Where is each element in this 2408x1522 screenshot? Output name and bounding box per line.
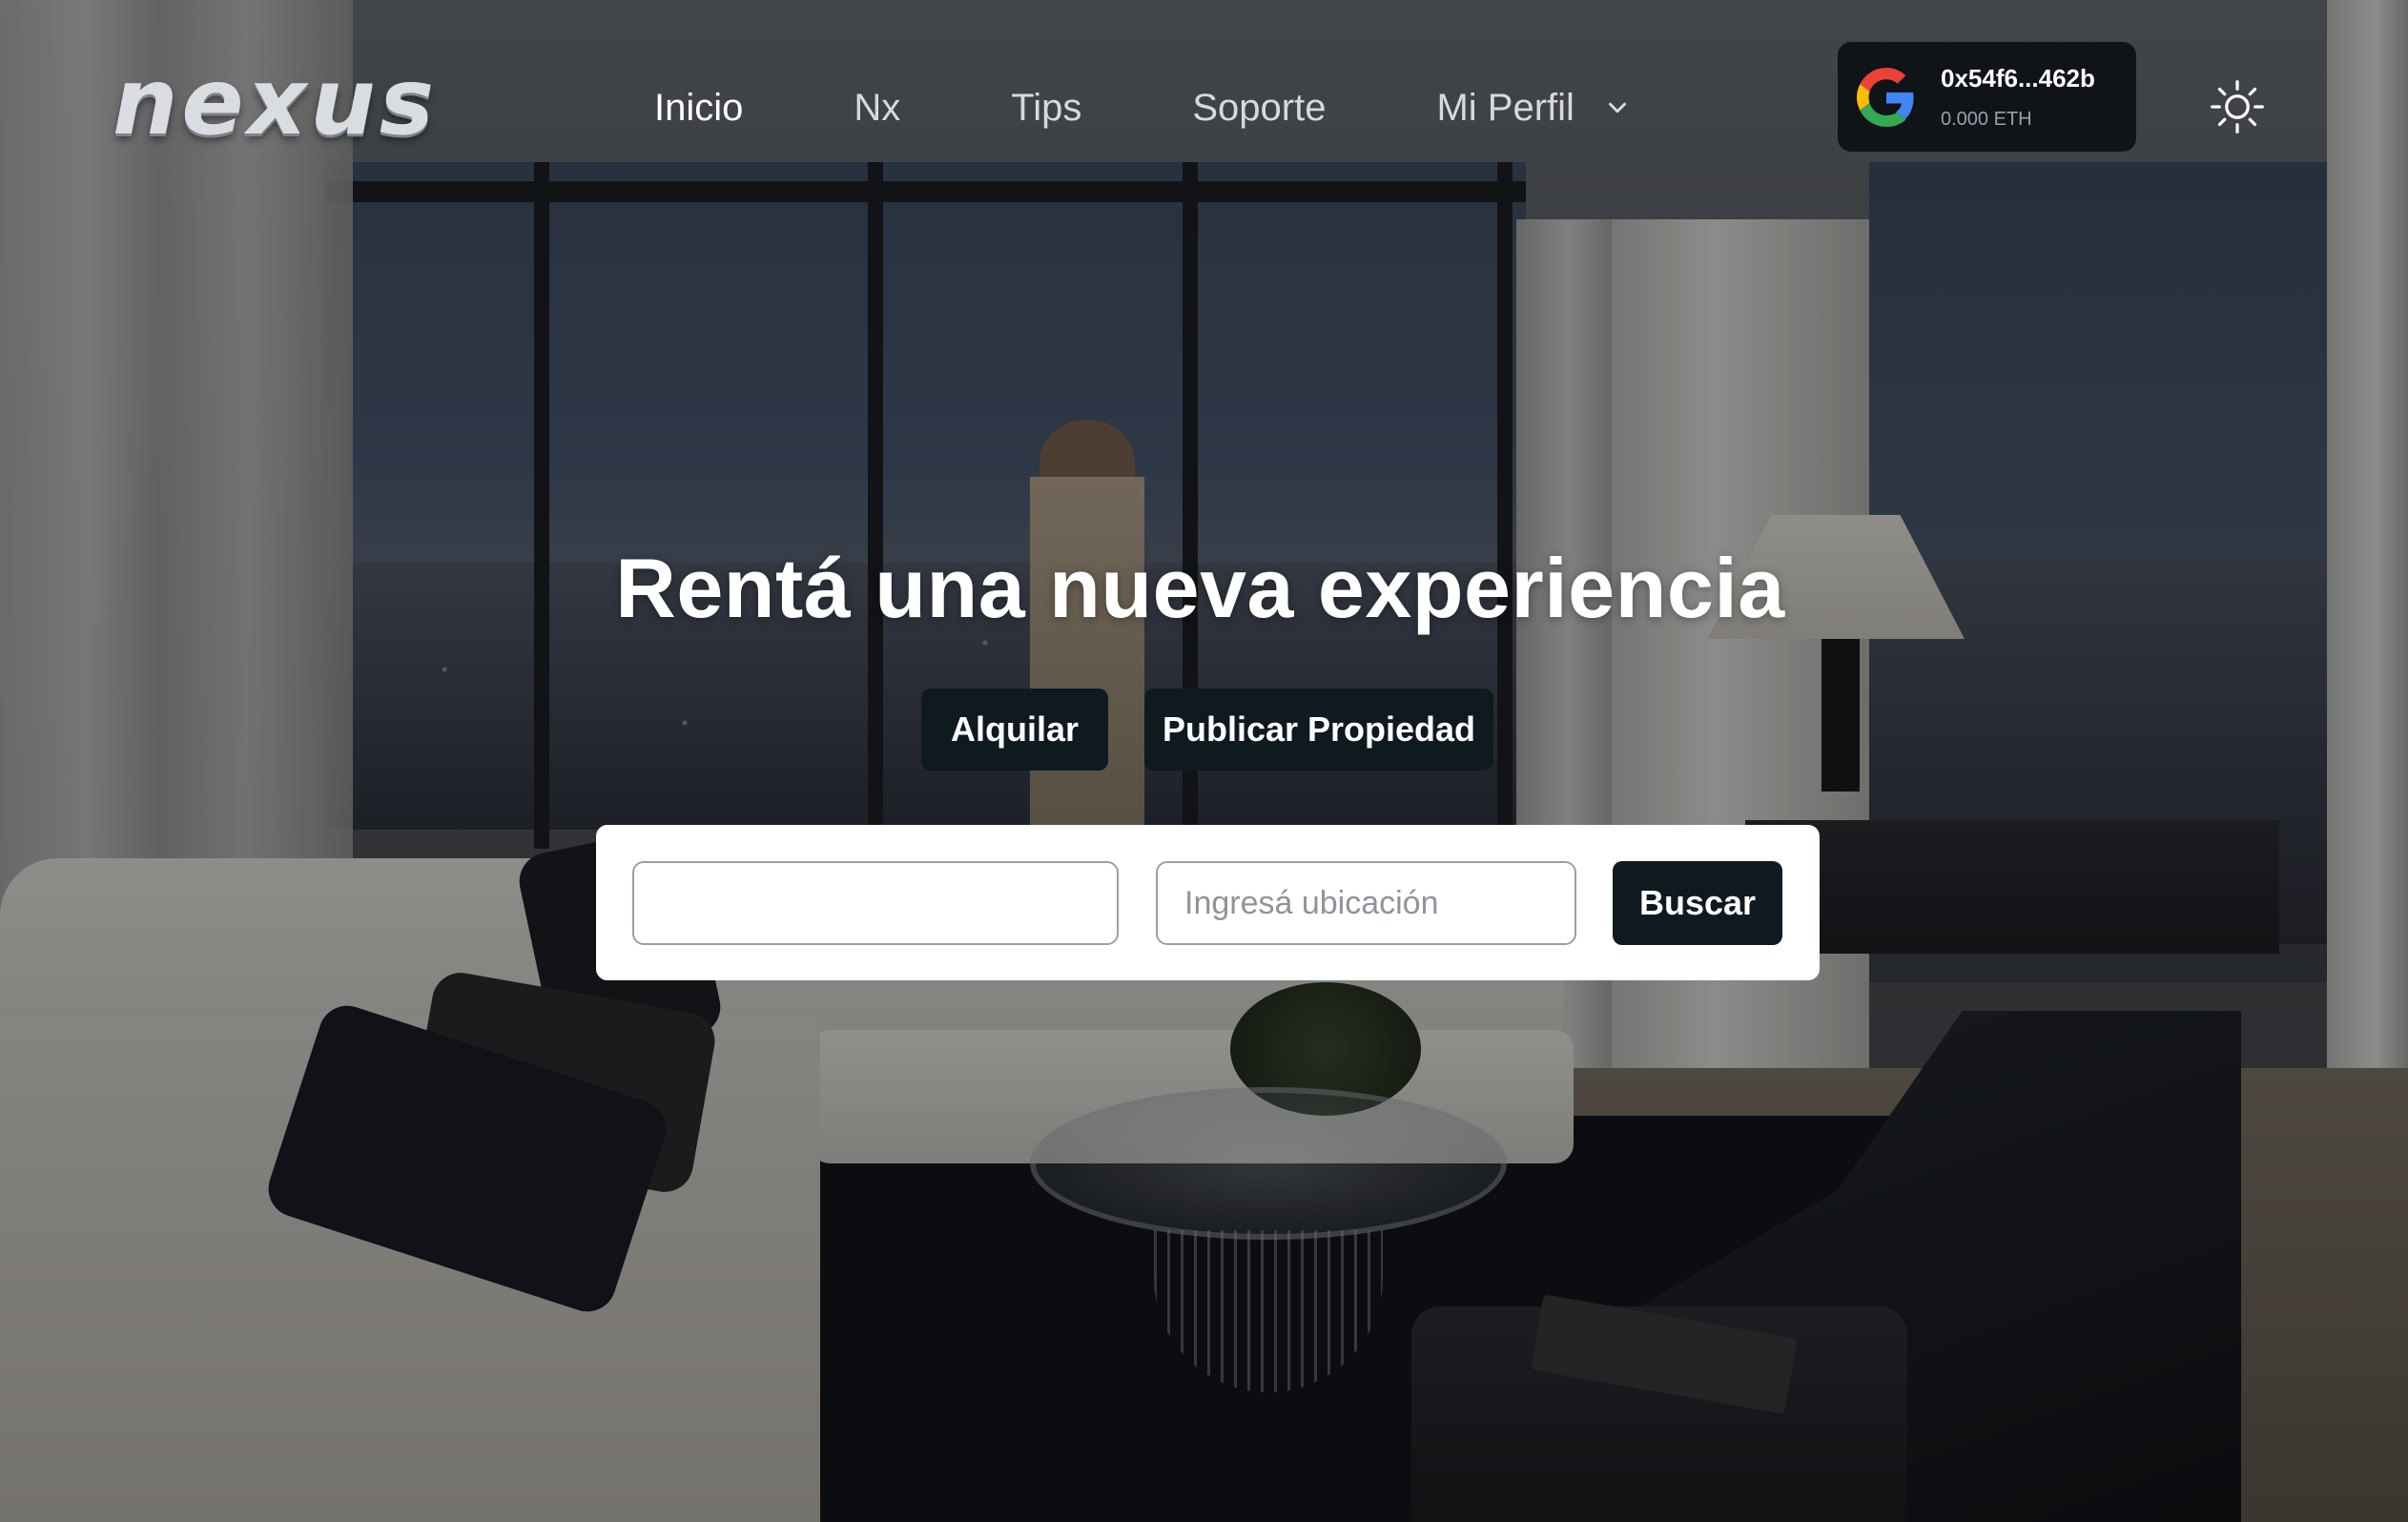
wallet-info: 0x54f6...462b 0.000 ETH (1941, 64, 2095, 131)
wallet-address: 0x54f6...462b (1941, 63, 2095, 93)
chevron-down-icon[interactable] (1603, 93, 1632, 122)
wallet-balance: 0.000 ETH (1941, 108, 2032, 130)
nav-item-tips[interactable]: Tips (1011, 87, 1081, 130)
nav-item-inicio[interactable]: Inicio (654, 87, 743, 130)
search-panel: Buscar (596, 825, 1820, 980)
nav-item-nx[interactable]: Nx (854, 87, 900, 130)
logo[interactable]: nexus (113, 49, 475, 155)
page: nexus Inicio Nx Tips Soporte Mi Perfil 0… (0, 0, 2408, 1522)
hero-title: Rentá una nueva experiencia (0, 540, 2408, 637)
hero-title-text: Rentá una nueva experiencia (615, 541, 1785, 635)
nav-item-soporte[interactable]: Soporte (1192, 87, 1326, 130)
publish-property-button[interactable]: Publicar Propiedad (1144, 689, 1493, 771)
search-input[interactable] (632, 861, 1119, 945)
location-input[interactable] (1156, 861, 1576, 945)
main-nav: Inicio Nx Tips Soporte Mi Perfil (654, 82, 1632, 134)
google-icon (1857, 67, 1914, 127)
hero-actions: Alquilar Publicar Propiedad (921, 689, 1493, 771)
logo-text: nexus (113, 49, 438, 155)
wallet-button[interactable]: 0x54f6...462b 0.000 ETH (1838, 42, 2136, 152)
search-button[interactable]: Buscar (1613, 861, 1782, 945)
sun-icon[interactable] (2209, 78, 2266, 135)
nav-item-mi-perfil[interactable]: Mi Perfil (1436, 87, 1631, 130)
nav-item-mi-perfil-label: Mi Perfil (1436, 86, 1574, 129)
rent-button[interactable]: Alquilar (921, 689, 1108, 771)
